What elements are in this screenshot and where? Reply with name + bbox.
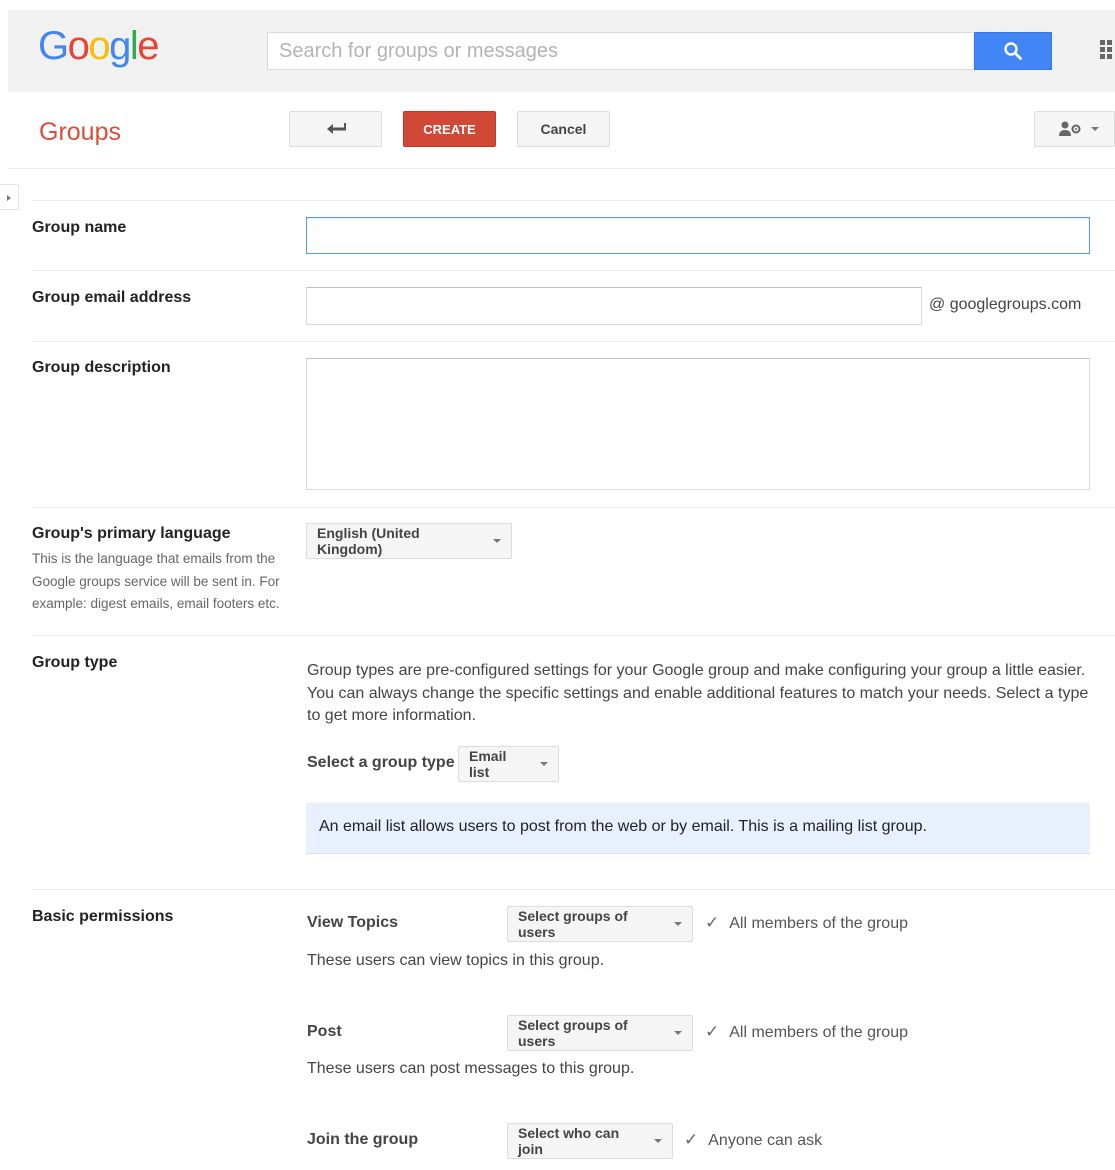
divider — [32, 635, 1115, 636]
post-selected: All members of the group — [729, 1024, 908, 1041]
post-help: These users can post messages to this gr… — [307, 1060, 635, 1077]
google-logo[interactable]: Google — [38, 24, 159, 69]
back-arrow-icon — [326, 123, 346, 134]
toolbar: Groups CREATE Cancel — [8, 92, 1115, 169]
email-domain-suffix: @ googlegroups.com — [929, 296, 1082, 313]
user-settings-icon — [1059, 121, 1081, 136]
cancel-button[interactable]: Cancel — [517, 111, 610, 147]
app-header: Google — [8, 10, 1115, 92]
chevron-down-icon — [493, 539, 501, 543]
logo-letter: l — [129, 24, 139, 68]
language-selected: English (United Kingdom) — [317, 525, 420, 557]
post-selection: ✓ All members of the group — [705, 1022, 908, 1042]
logo-letter: G — [38, 24, 69, 68]
logo-letter: g — [109, 24, 131, 68]
logo-letter: o — [88, 24, 110, 68]
divider — [32, 341, 1115, 342]
language-dropdown[interactable]: English (United Kingdom) — [306, 523, 512, 559]
group-type-info-box: An email list allows users to post from … — [306, 803, 1090, 854]
join-group-selected: Anyone can ask — [708, 1132, 823, 1149]
check-icon: ✓ — [684, 1130, 699, 1149]
basic-permissions-label: Basic permissions — [32, 908, 174, 925]
chevron-down-icon — [654, 1139, 662, 1143]
post-label: Post — [307, 1023, 342, 1040]
user-settings-button[interactable] — [1034, 111, 1115, 147]
page-title[interactable]: Groups — [39, 118, 121, 147]
join-group-selection: ✓ Anyone can ask — [684, 1130, 822, 1150]
search-input[interactable] — [267, 32, 973, 70]
apps-grid-icon[interactable] — [1100, 40, 1115, 62]
logo-letter: e — [137, 24, 159, 68]
divider — [32, 270, 1115, 271]
join-group-dropdown-label: Select who can join — [518, 1125, 620, 1157]
group-type-selected: Email list — [469, 748, 507, 780]
group-type-info-text: An email list allows users to post from … — [319, 818, 927, 835]
divider — [32, 507, 1115, 508]
view-topics-help: These users can view topics in this grou… — [307, 952, 605, 969]
group-name-input[interactable] — [306, 217, 1090, 254]
language-label: Group's primary language — [32, 525, 231, 542]
chevron-down-icon — [674, 1031, 682, 1035]
group-email-label: Group email address — [32, 289, 192, 306]
select-group-type-label: Select a group type — [307, 754, 455, 771]
view-topics-label: View Topics — [307, 914, 398, 931]
join-group-dropdown[interactable]: Select who can join — [507, 1123, 673, 1159]
join-group-label: Join the group — [307, 1131, 419, 1148]
group-type-dropdown[interactable]: Email list — [458, 746, 559, 782]
search-icon — [1004, 42, 1022, 60]
divider — [32, 200, 1115, 201]
create-button[interactable]: CREATE — [403, 111, 496, 147]
sidebar-expand-toggle[interactable] — [0, 184, 19, 210]
group-description-textarea[interactable] — [306, 358, 1090, 490]
view-topics-dropdown-label: Select groups of users — [518, 908, 628, 940]
check-icon: ✓ — [705, 1022, 720, 1041]
divider — [32, 889, 1115, 890]
group-type-description: Group types are pre-configured settings … — [307, 662, 1089, 724]
view-topics-selected: All members of the group — [729, 915, 908, 932]
group-email-input[interactable] — [306, 287, 922, 325]
view-topics-selection: ✓ All members of the group — [705, 913, 908, 933]
chevron-down-icon — [674, 922, 682, 926]
group-description-label: Group description — [32, 359, 171, 376]
group-type-label: Group type — [32, 654, 118, 671]
language-help-text: This is the language that emails from th… — [32, 551, 280, 611]
check-icon: ✓ — [705, 913, 720, 932]
back-button[interactable] — [289, 111, 382, 147]
group-name-label: Group name — [32, 219, 127, 236]
top-strip — [0, 0, 1115, 10]
post-dropdown-label: Select groups of users — [518, 1017, 628, 1049]
view-topics-dropdown[interactable]: Select groups of users — [507, 906, 693, 942]
post-dropdown[interactable]: Select groups of users — [507, 1015, 693, 1051]
chevron-down-icon — [540, 762, 548, 766]
logo-letter: o — [67, 24, 90, 68]
search-button[interactable] — [974, 32, 1052, 70]
chevron-down-icon — [1091, 127, 1099, 131]
